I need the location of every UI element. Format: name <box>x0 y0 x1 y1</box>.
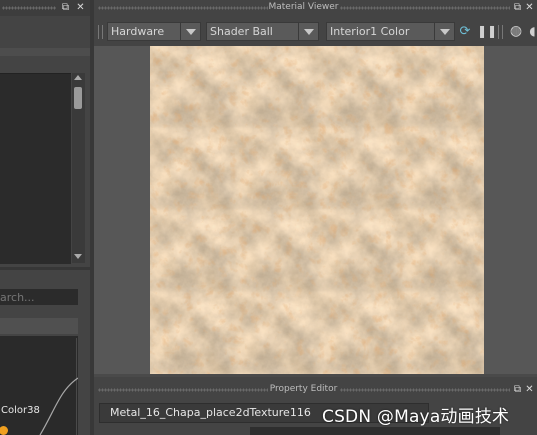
dropdown-separator <box>298 23 299 40</box>
float-window-icon[interactable]: ⧉ <box>512 2 523 13</box>
render-settings-icon[interactable]: ◍ <box>508 22 524 41</box>
renderer-dropdown[interactable]: Hardware <box>107 22 201 41</box>
dropdown-separator <box>180 23 181 40</box>
node-graph-header <box>0 318 78 334</box>
outliner-header <box>0 48 90 56</box>
refresh-icon[interactable]: ⟳ <box>458 22 472 41</box>
drag-handle[interactable] <box>2 6 56 10</box>
float-window-icon[interactable]: ⧉ <box>512 384 523 395</box>
chevron-down-icon <box>304 29 314 35</box>
close-icon[interactable]: ✕ <box>524 384 535 395</box>
chevron-down-icon <box>186 29 196 35</box>
more-options-icon[interactable]: ◖ <box>528 22 537 41</box>
panel-divider[interactable] <box>0 267 90 270</box>
toolbar-grip[interactable] <box>98 25 103 39</box>
scroll-down-icon[interactable] <box>74 254 82 259</box>
left-panel-titlebar: ⧉ ✕ <box>0 0 90 16</box>
outliner-list[interactable] <box>0 73 71 264</box>
close-icon[interactable]: ✕ <box>75 2 86 13</box>
shape-dropdown[interactable]: Shader Ball <box>206 22 319 41</box>
environment-value: Interior1 Color <box>330 25 410 38</box>
property-editor-content <box>250 427 500 435</box>
pause-icon[interactable]: ❚❚ <box>477 22 497 41</box>
scroll-up-icon[interactable] <box>74 75 82 80</box>
search-input[interactable] <box>0 289 78 305</box>
toolbar-grip <box>498 25 503 39</box>
material-viewer-title: Material Viewer <box>268 2 339 12</box>
environment-dropdown[interactable]: Interior1 Color <box>326 22 455 41</box>
chevron-down-icon <box>440 29 450 35</box>
watermark-text: CSDN @Maya动画技术 <box>322 407 510 427</box>
texture-preview <box>150 46 484 374</box>
scroll-thumb[interactable] <box>74 87 82 109</box>
node-label[interactable]: Color38 <box>1 405 40 416</box>
close-icon[interactable]: ✕ <box>524 2 535 13</box>
float-window-icon[interactable]: ⧉ <box>60 2 71 13</box>
property-editor-title: Property Editor <box>269 384 338 394</box>
shape-value: Shader Ball <box>210 25 273 38</box>
rust-texture-image <box>150 46 484 374</box>
renderer-value: Hardware <box>111 25 165 38</box>
node-connection-curve <box>39 377 78 435</box>
dropdown-separator <box>434 23 435 40</box>
viewport-bottom-border <box>94 374 537 377</box>
